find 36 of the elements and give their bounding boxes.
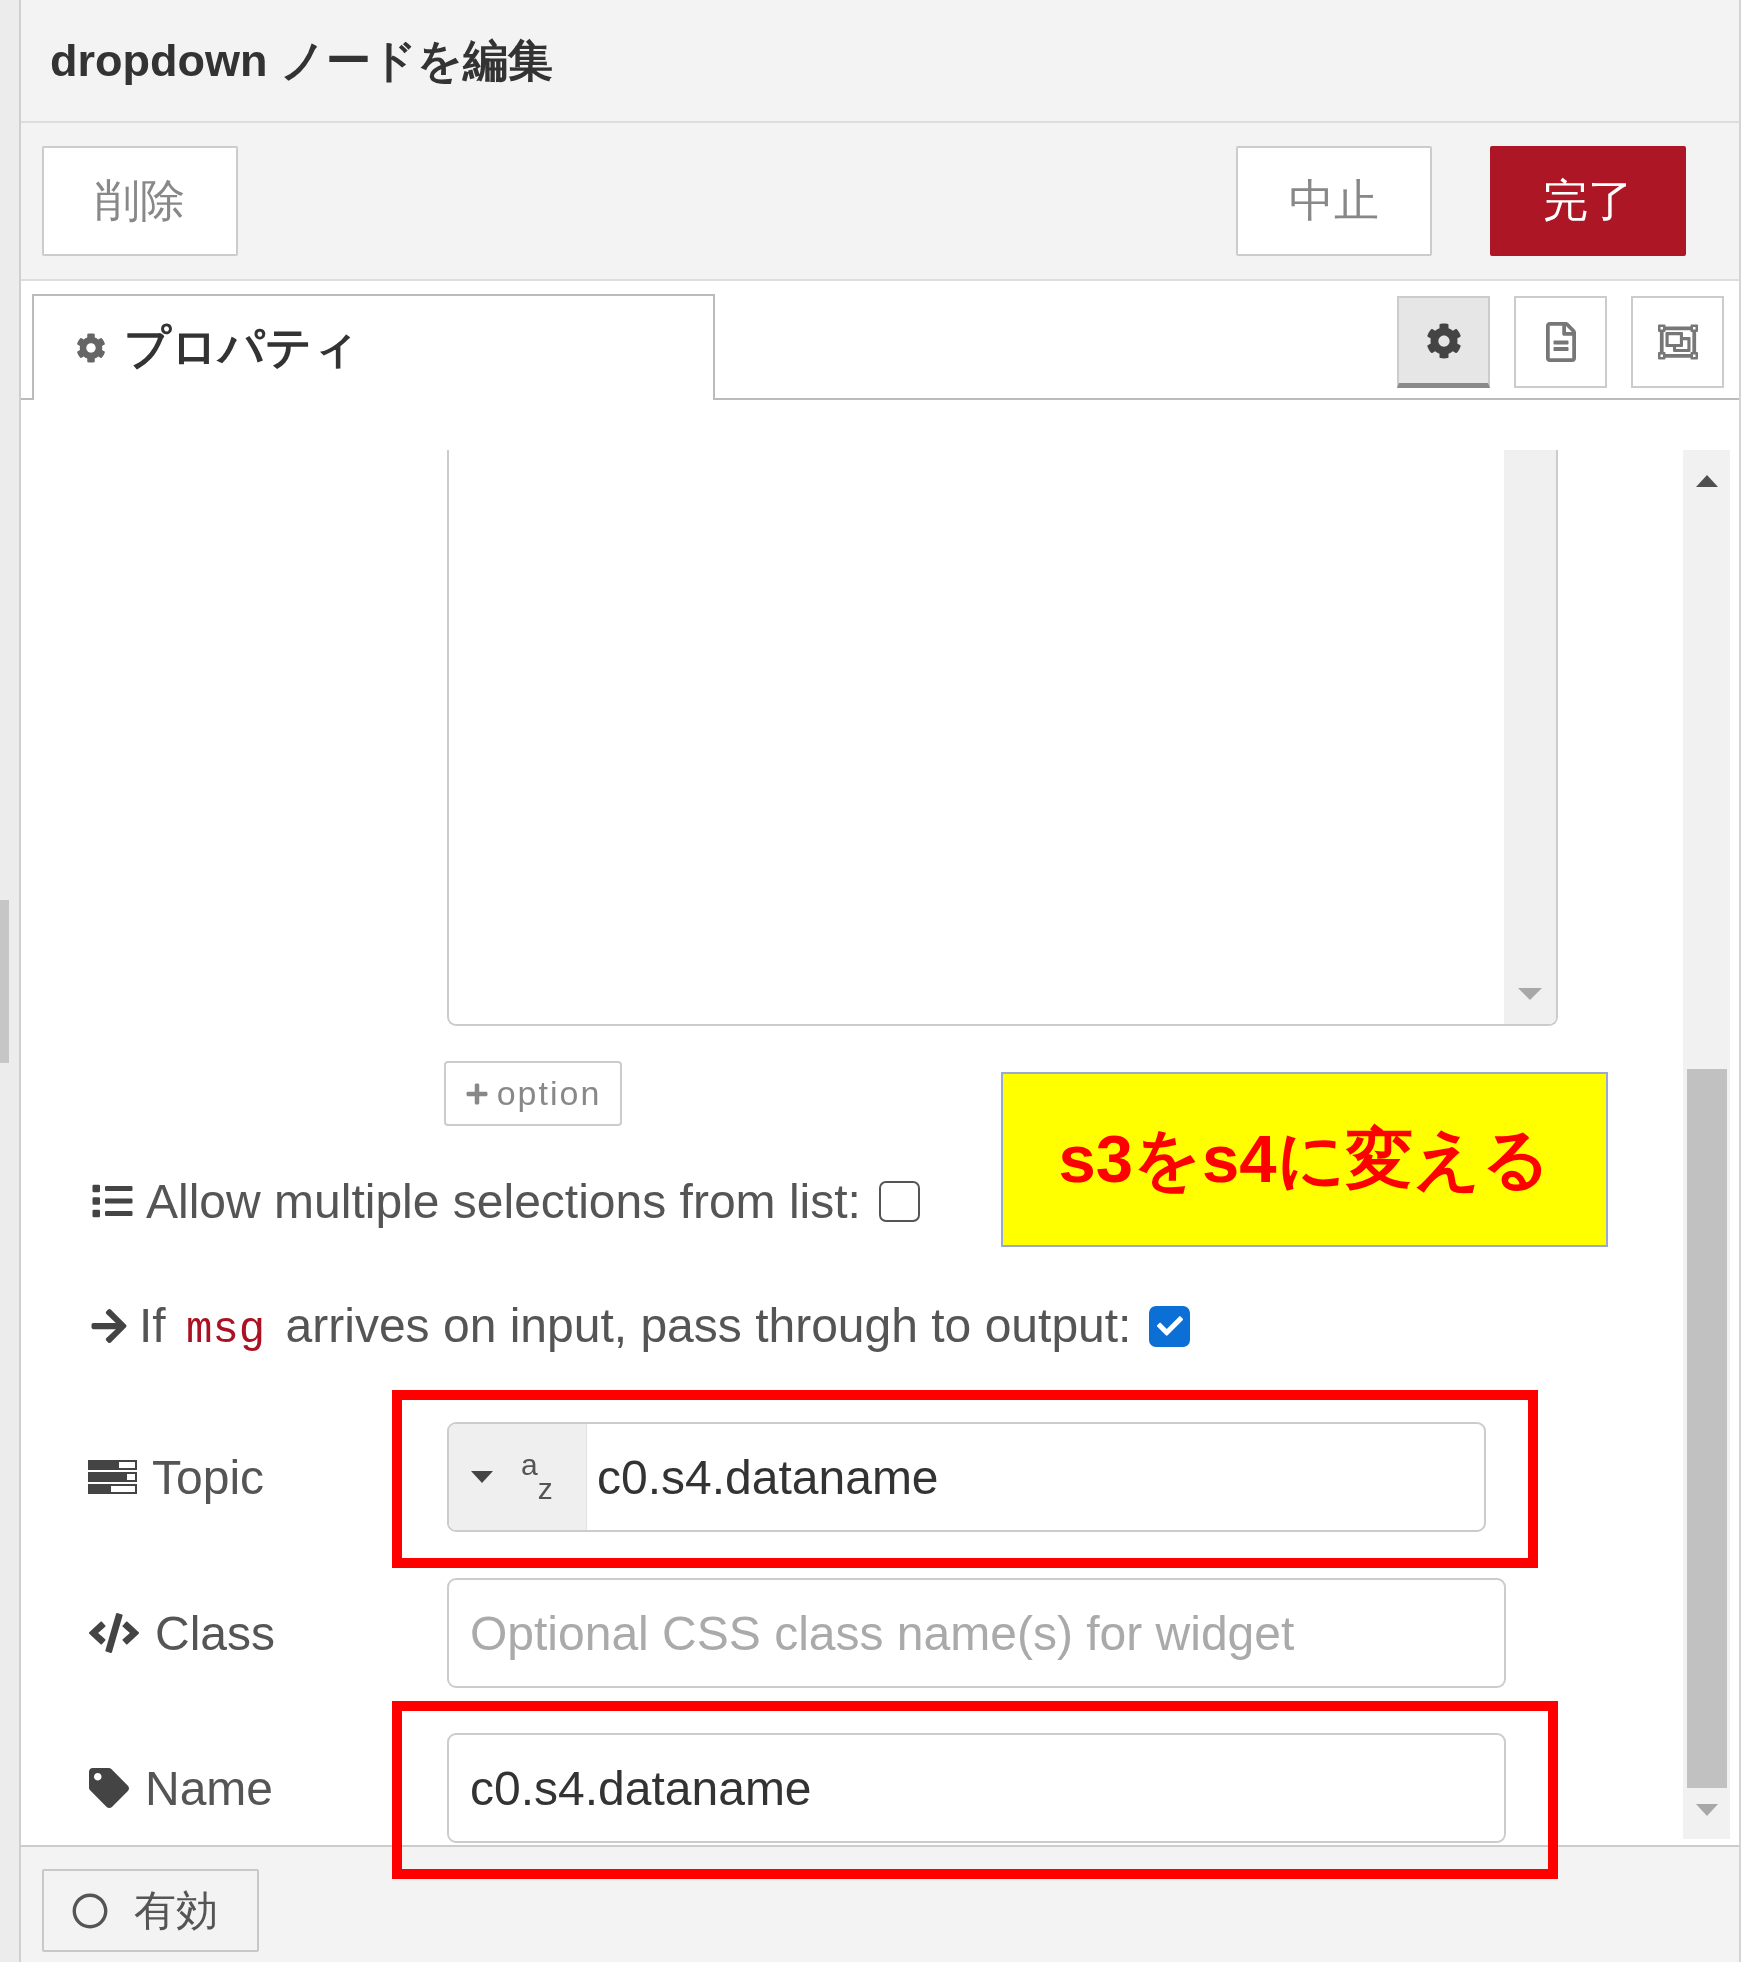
gear-icon [1425,322,1462,359]
bars-icon [88,1460,137,1494]
list-scrollbar[interactable] [1504,450,1556,1024]
checkbox[interactable] [1149,1305,1191,1347]
text-input[interactable]: Optional CSS class name(s) for widget [447,1578,1506,1688]
option-label: If msg arrives on input, pass through to output: [139,1297,1132,1355]
done-button[interactable]: 完了 [1490,146,1686,256]
caret-down-icon [1695,1804,1718,1816]
scrollbar-track[interactable] [1683,450,1730,1839]
document-icon [1545,322,1576,362]
caret-icon [471,1471,493,1483]
scrollbar-thumb[interactable] [1686,1069,1727,1788]
plus-icon [464,1081,489,1106]
gear-icon [76,333,106,363]
toolbar-button[interactable]: 削除 [42,146,238,256]
field-label: Name [145,1760,274,1816]
option-label: Allow multiple selections from list: [146,1173,861,1229]
check-icon [1156,1313,1183,1339]
frame-tab[interactable] [1631,296,1724,388]
text-input[interactable]: c0.s4.dataname [447,1733,1506,1843]
field-label: Topic [152,1449,265,1505]
dialog-title: dropdown ノードを編集 [50,33,553,88]
checkbox[interactable] [878,1180,920,1222]
settings-tab[interactable] [1397,296,1490,388]
caret-up-icon [1695,475,1718,487]
code-icon [88,1613,140,1653]
add-option-button[interactable]: option [444,1061,622,1126]
document-tab[interactable] [1514,296,1607,388]
tag-icon [88,1768,130,1808]
field-label: Class [155,1605,276,1661]
annotation-note: s3をs4に変える [1001,1072,1608,1247]
properties-tab[interactable]: プロパティ [32,294,715,400]
scrollbar-thumb[interactable] [0,900,9,1063]
enable-toggle[interactable]: 有効 [42,1869,259,1952]
toolbar-button[interactable]: 中止 [1236,146,1432,256]
caret-down-icon [1518,988,1542,1000]
